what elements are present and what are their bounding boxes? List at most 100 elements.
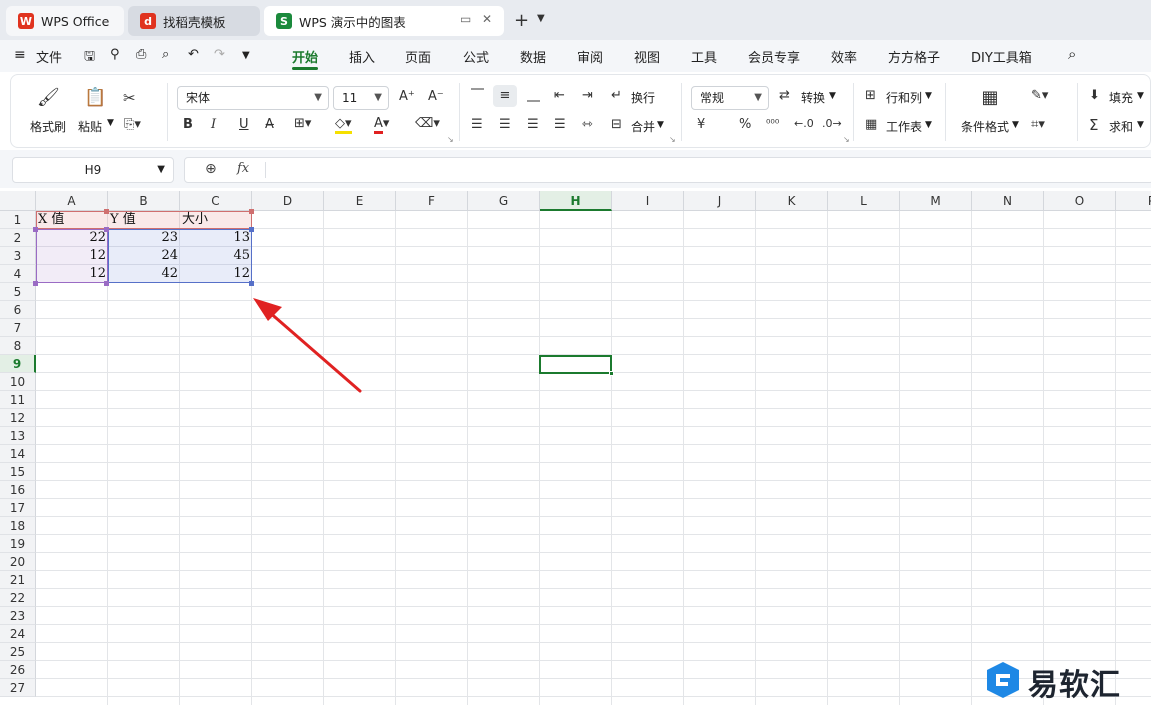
- annotation-arrow: [253, 298, 362, 393]
- conditional-format-button[interactable]: 条件格式: [961, 118, 1009, 135]
- chevron-down-icon[interactable]: ▼: [537, 13, 545, 24]
- merge-cells-button[interactable]: 合并: [631, 118, 655, 135]
- dialog-launcher-icon[interactable]: ↘: [669, 135, 676, 144]
- strikethrough-icon[interactable]: A̶: [265, 117, 274, 132]
- link-icon[interactable]: ⚲: [110, 47, 120, 62]
- redo-icon[interactable]: ↷: [214, 47, 225, 62]
- increase-decimal-icon[interactable]: ←.0: [794, 117, 814, 130]
- font-color-button[interactable]: A▾: [374, 116, 389, 134]
- chevron-down-icon[interactable]: ▼: [107, 118, 114, 128]
- chevron-down-icon[interactable]: ▼: [1137, 91, 1144, 101]
- function-button[interactable]: fx: [237, 161, 249, 176]
- tab-wps-office[interactable]: W WPS Office: [6, 6, 124, 36]
- freeze-icon[interactable]: ⌗▾: [1031, 117, 1045, 132]
- undo-icon[interactable]: ↶: [188, 47, 199, 62]
- row-column-button[interactable]: 行和列: [886, 89, 922, 106]
- wrap-text-button[interactable]: 换行: [631, 89, 655, 106]
- outdent-icon[interactable]: ⇤: [554, 88, 565, 103]
- align-bottom-icon[interactable]: ⎽: [527, 88, 540, 103]
- conditional-format-icon: ▦: [981, 87, 999, 108]
- search-icon[interactable]: ⌕: [1068, 45, 1076, 63]
- align-center-icon[interactable]: ☰: [499, 117, 511, 132]
- menu-tools[interactable]: 工具: [691, 47, 717, 66]
- justify-icon[interactable]: ☰: [554, 117, 566, 132]
- distribute-icon[interactable]: ⇿: [582, 117, 593, 132]
- percent-button[interactable]: %: [739, 117, 751, 132]
- chevron-down-icon[interactable]: ▼: [1137, 120, 1144, 130]
- chevron-down-icon[interactable]: ▼: [925, 91, 932, 101]
- align-top-icon[interactable]: ⎺: [471, 88, 484, 103]
- decrease-font-icon[interactable]: A⁻: [428, 89, 444, 104]
- chevron-down-icon: ▼: [314, 92, 322, 103]
- menu-diy-toolbox[interactable]: DIY工具箱: [971, 47, 1032, 66]
- chevron-down-icon[interactable]: ▼: [242, 50, 250, 61]
- spreadsheet-grid[interactable]: ABCDEFGHIJKLMNOP 12345678910111213141516…: [0, 191, 1151, 705]
- menu-member[interactable]: 会员专享: [748, 47, 800, 66]
- number-format-select[interactable]: 常规 ▼: [691, 86, 769, 110]
- print-icon[interactable]: ⎙: [136, 47, 146, 62]
- chevron-down-icon[interactable]: ▼: [925, 120, 932, 130]
- menu-review[interactable]: 审阅: [577, 47, 603, 66]
- currency-button[interactable]: ¥: [697, 117, 705, 132]
- tab-docer-templates[interactable]: d 找稻壳模板: [128, 6, 260, 36]
- watermark-text: 易软汇: [1028, 668, 1121, 703]
- sum-button[interactable]: 求和: [1109, 118, 1133, 135]
- worksheet-button[interactable]: 工作表: [886, 118, 922, 135]
- align-right-icon[interactable]: ☰: [527, 117, 539, 132]
- zoom-search-icon[interactable]: ⊕: [205, 161, 217, 177]
- font-size-value: 11: [342, 91, 358, 105]
- chevron-down-icon[interactable]: ▼: [657, 120, 664, 130]
- chevron-down-icon: ▼: [754, 92, 762, 103]
- clear-format-icon[interactable]: ⌫▾: [415, 116, 440, 131]
- decrease-decimal-icon[interactable]: .0→: [822, 117, 842, 130]
- convert-button[interactable]: 转换: [801, 89, 825, 106]
- dialog-launcher-icon[interactable]: ↘: [843, 135, 850, 144]
- spreadsheet-logo-icon: S: [276, 13, 292, 29]
- cell-style-icon[interactable]: ✎▾: [1031, 88, 1048, 103]
- menu-insert[interactable]: 插入: [349, 47, 375, 66]
- menu-data[interactable]: 数据: [520, 47, 546, 66]
- font-size-select[interactable]: 11 ▼: [333, 86, 389, 110]
- formula-input[interactable]: ⊕ fx: [184, 157, 1151, 183]
- dialog-launcher-icon[interactable]: ↘: [447, 135, 454, 144]
- align-middle-icon[interactable]: ≡: [493, 85, 517, 107]
- menu-fangfang[interactable]: 方方格子: [888, 47, 940, 66]
- menu-page[interactable]: 页面: [405, 47, 431, 66]
- close-tab-icon[interactable]: ✕: [482, 12, 492, 26]
- docer-logo-icon: d: [140, 13, 156, 29]
- indent-icon[interactable]: ⇥: [582, 88, 593, 103]
- menu-home[interactable]: 开始: [292, 47, 318, 66]
- new-tab-plus-icon[interactable]: +: [514, 10, 529, 31]
- underline-button[interactable]: U: [239, 117, 249, 132]
- name-box[interactable]: H9 ▼: [12, 157, 174, 183]
- menu-file[interactable]: 文件: [36, 47, 62, 66]
- chevron-down-icon[interactable]: ▼: [829, 91, 836, 101]
- thousands-separator-icon[interactable]: ⁰⁰⁰: [766, 117, 779, 130]
- watermark-shield-icon: [987, 662, 1019, 698]
- menu-formula[interactable]: 公式: [463, 47, 489, 66]
- border-icon[interactable]: ⊞▾: [294, 116, 311, 131]
- print-preview-icon[interactable]: ⌕: [162, 47, 169, 62]
- italic-button[interactable]: I: [211, 117, 216, 132]
- align-left-icon[interactable]: ☰: [471, 117, 483, 132]
- fill-button[interactable]: 填充: [1109, 89, 1133, 106]
- tab-active-document[interactable]: S WPS 演示中的图表 ▭ ✕: [264, 6, 504, 36]
- font-name-select[interactable]: 宋体 ▼: [177, 86, 329, 110]
- convert-icon: ⇄: [779, 88, 790, 103]
- hamburger-icon[interactable]: ≡: [14, 47, 26, 63]
- fill-color-icon[interactable]: ◇▾: [335, 116, 352, 134]
- formula-divider: [265, 162, 266, 178]
- tab-label: 找稻壳模板: [163, 14, 226, 30]
- format-painter-button[interactable]: 格式刷: [30, 118, 66, 135]
- cut-icon[interactable]: ✂: [123, 89, 136, 107]
- paste-button[interactable]: 粘贴: [78, 118, 102, 135]
- bold-button[interactable]: B: [183, 117, 193, 132]
- increase-font-icon[interactable]: A⁺: [399, 89, 415, 104]
- save-icon[interactable]: 🖫: [84, 47, 95, 69]
- group-separator: [459, 83, 460, 141]
- restore-window-icon[interactable]: ▭: [460, 12, 471, 26]
- copy-icon[interactable]: ⎘▾: [124, 117, 141, 132]
- chevron-down-icon[interactable]: ▼: [1012, 120, 1019, 130]
- menu-view[interactable]: 视图: [634, 47, 660, 66]
- menu-efficiency[interactable]: 效率: [831, 47, 857, 66]
